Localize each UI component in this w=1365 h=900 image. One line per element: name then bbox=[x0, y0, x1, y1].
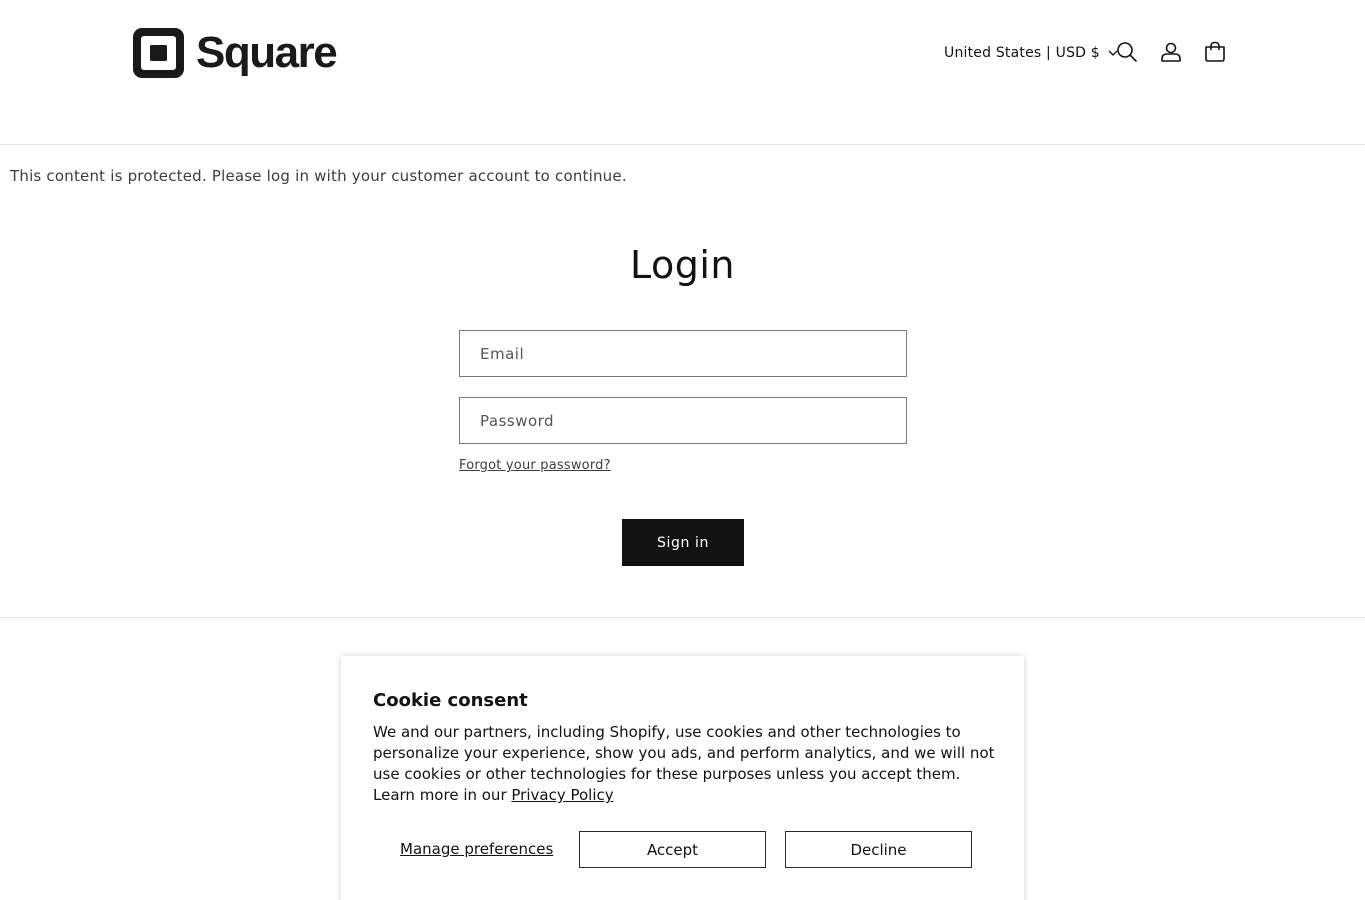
sign-in-button[interactable]: Sign in bbox=[622, 519, 744, 566]
locale-label: United States | USD $ bbox=[944, 45, 1100, 61]
site-header: Square United States | USD $ bbox=[0, 0, 1365, 145]
password-input[interactable] bbox=[460, 398, 906, 443]
logo-text: Square bbox=[196, 28, 338, 77]
accept-button[interactable]: Accept bbox=[579, 831, 766, 868]
search-icon[interactable] bbox=[1115, 40, 1139, 64]
password-field[interactable] bbox=[459, 397, 907, 444]
email-field[interactable] bbox=[459, 330, 907, 377]
cookie-consent-banner: Cookie consent We and our partners, incl… bbox=[341, 656, 1024, 900]
cart-icon[interactable] bbox=[1203, 40, 1227, 64]
cookie-consent-title: Cookie consent bbox=[373, 690, 528, 711]
logo-link[interactable]: Square bbox=[133, 28, 338, 78]
decline-button[interactable]: Decline bbox=[785, 831, 972, 868]
cookie-consent-body: We and our partners, including Shopify, … bbox=[373, 723, 995, 804]
login-heading: Login bbox=[629, 243, 735, 287]
square-logo-icon bbox=[133, 28, 184, 78]
protected-content-notice: This content is protected. Please log in… bbox=[10, 167, 627, 185]
account-icon[interactable] bbox=[1159, 40, 1183, 64]
cookie-consent-text: We and our partners, including Shopify, … bbox=[373, 722, 998, 806]
email-input[interactable] bbox=[460, 331, 906, 376]
country-currency-selector[interactable]: United States | USD $ bbox=[944, 42, 1118, 64]
manage-preferences-link[interactable]: Manage preferences bbox=[400, 839, 553, 859]
section-divider bbox=[0, 617, 1365, 618]
forgot-password-link[interactable]: Forgot your password? bbox=[459, 457, 611, 475]
privacy-policy-link[interactable]: Privacy Policy bbox=[511, 786, 613, 804]
